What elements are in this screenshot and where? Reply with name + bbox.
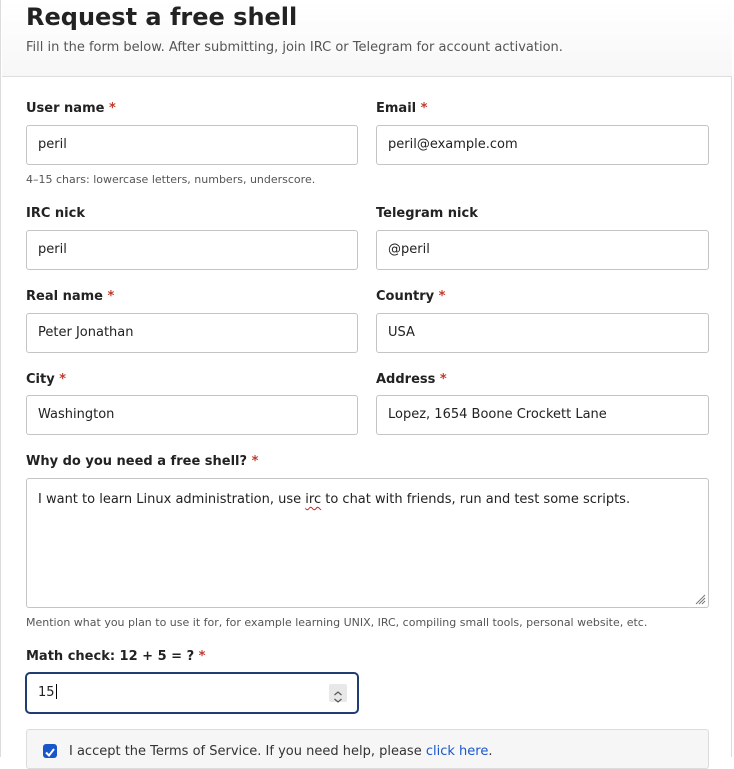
address-label-text: Address <box>376 372 436 387</box>
math-check-input[interactable]: 15 <box>26 673 358 713</box>
spellcheck-misspelled-word[interactable]: irc <box>305 492 321 507</box>
telegram-nick-label: Telegram nick <box>376 205 478 223</box>
username-input[interactable]: peril <box>26 125 358 165</box>
form-header: Request a free shell Fill in the form be… <box>2 0 732 77</box>
reason-hint: Mention what you plan to use it for, for… <box>26 616 648 629</box>
email-input[interactable]: peril@example.com <box>376 125 709 165</box>
irc-nick-label-text: IRC nick <box>26 206 85 221</box>
stepper-arrows-icon[interactable] <box>329 688 347 706</box>
terms-text: I accept the Terms of Service. If you ne… <box>69 743 492 761</box>
required-marker: * <box>251 454 259 469</box>
terms-box: I accept the Terms of Service. If you ne… <box>26 729 709 769</box>
real-name-input[interactable]: Peter Jonathan <box>26 313 358 353</box>
terms-checkbox[interactable] <box>43 744 57 758</box>
username-label-text: User name <box>26 101 105 116</box>
country-input[interactable]: USA <box>376 313 709 353</box>
reason-text-start: I want to learn Linux administration, us… <box>38 492 306 507</box>
reason-label: Why do you need a free shell? * <box>26 453 258 471</box>
required-marker: * <box>438 289 446 304</box>
required-marker: * <box>439 372 447 387</box>
irc-nick-input[interactable]: peril <box>26 230 358 270</box>
page-subtitle: Fill in the form below. After submitting… <box>26 40 563 55</box>
form-panel: Request a free shell Fill in the form be… <box>0 0 732 769</box>
country-label: Country * <box>376 288 445 306</box>
real-name-label: Real name * <box>26 288 114 306</box>
username-hint: 4–15 chars: lowercase letters, numbers, … <box>26 173 316 186</box>
city-label: City * <box>26 371 66 389</box>
reason-text-end: to chat with friends, run and test some … <box>321 492 631 507</box>
irc-nick-label: IRC nick <box>26 205 85 223</box>
real-name-label-text: Real name <box>26 289 103 304</box>
required-marker: * <box>107 289 115 304</box>
required-marker: * <box>420 101 428 116</box>
email-label-text: Email <box>376 101 417 116</box>
text-caret <box>55 684 57 699</box>
address-input[interactable]: Lopez, 1654 Boone Crockett Lane <box>376 395 709 435</box>
math-label-text: Math check: 12 + 5 = ? <box>26 649 195 664</box>
number-stepper[interactable] <box>329 684 347 703</box>
city-input[interactable]: Washington <box>26 395 358 435</box>
math-check-value: 15 <box>38 685 55 700</box>
reason-label-text: Why do you need a free shell? <box>26 454 248 469</box>
country-label-text: Country <box>376 289 435 304</box>
required-marker: * <box>59 372 67 387</box>
required-marker: * <box>198 649 206 664</box>
reason-textarea[interactable]: I want to learn Linux administration, us… <box>26 478 709 608</box>
username-label: User name * <box>26 100 116 118</box>
city-label-text: City <box>26 372 55 387</box>
required-marker: * <box>108 101 116 116</box>
email-label: Email * <box>376 100 427 118</box>
page-title: Request a free shell <box>26 3 298 31</box>
resize-handle-icon[interactable] <box>694 593 706 605</box>
address-label: Address * <box>376 371 447 389</box>
math-label: Math check: 12 + 5 = ? * <box>26 648 205 666</box>
telegram-nick-input[interactable]: @peril <box>376 230 709 270</box>
telegram-nick-label-text: Telegram nick <box>376 206 478 221</box>
